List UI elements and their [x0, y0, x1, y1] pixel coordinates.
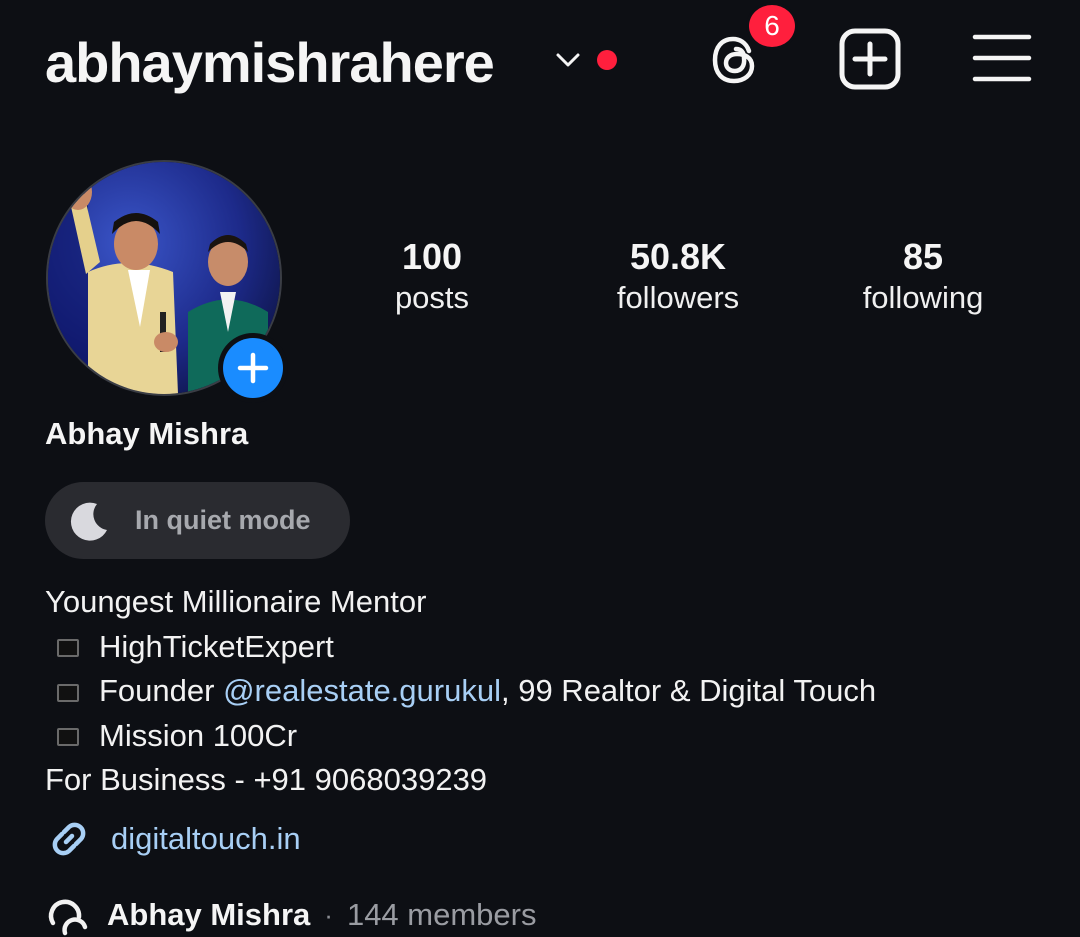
add-story-button[interactable] [218, 333, 288, 403]
quiet-mode-status[interactable]: In quiet mode [45, 482, 350, 559]
add-story-icon [223, 338, 283, 398]
quiet-mode-label: In quiet mode [135, 505, 311, 535]
stat-followers[interactable]: 50.8K followers [578, 236, 778, 318]
bio-line: Mission 100Cr [45, 714, 876, 759]
threads-notification-badge: 6 [746, 2, 798, 50]
channel-name: Abhay Mishra [107, 897, 311, 932]
link-icon [52, 822, 86, 856]
posts-count: 100 [401, 236, 463, 277]
channel-members: 144 members [346, 897, 537, 932]
bullet-icon [57, 639, 79, 658]
bullet-icon [57, 728, 79, 747]
bio-line: Youngest Millionaire Mentor [45, 584, 427, 619]
bio-line: HighTicketExpert [45, 625, 876, 670]
menu-icon[interactable] [972, 32, 1032, 84]
separator: · [324, 899, 333, 930]
moon-icon [70, 502, 107, 541]
stat-posts[interactable]: 100 posts [332, 236, 532, 318]
website-link-text[interactable]: digitaltouch.in [111, 821, 301, 857]
mention-link[interactable]: @realestate.gurukul [223, 673, 501, 708]
bio-line: For Business - +91 9068039239 [45, 762, 488, 797]
bullet-icon [57, 683, 79, 702]
broadcast-channel-icon [48, 899, 88, 936]
stat-following[interactable]: 85 following [823, 236, 1023, 318]
broadcast-channel[interactable]: Abhay Mishra · 144 members [45, 893, 536, 937]
following-count: 85 [902, 236, 944, 277]
profile-website-link[interactable]: digitaltouch.in [45, 815, 301, 863]
followers-label: followers [616, 280, 740, 315]
profile-username[interactable]: abhaymishrahere [45, 28, 495, 98]
followers-count: 50.8K [629, 236, 727, 277]
account-notification-dot [597, 50, 617, 70]
posts-label: posts [394, 280, 470, 315]
bio-line: Founder @realestate.gurukul, 99 Realtor … [45, 669, 876, 714]
new-post-icon[interactable] [838, 27, 902, 91]
profile-full-name: Abhay Mishra [45, 416, 249, 451]
chevron-down-icon[interactable] [552, 44, 584, 76]
profile-bio: Youngest Millionaire Mentor HighTicketEx… [45, 580, 876, 803]
following-label: following [862, 280, 984, 315]
